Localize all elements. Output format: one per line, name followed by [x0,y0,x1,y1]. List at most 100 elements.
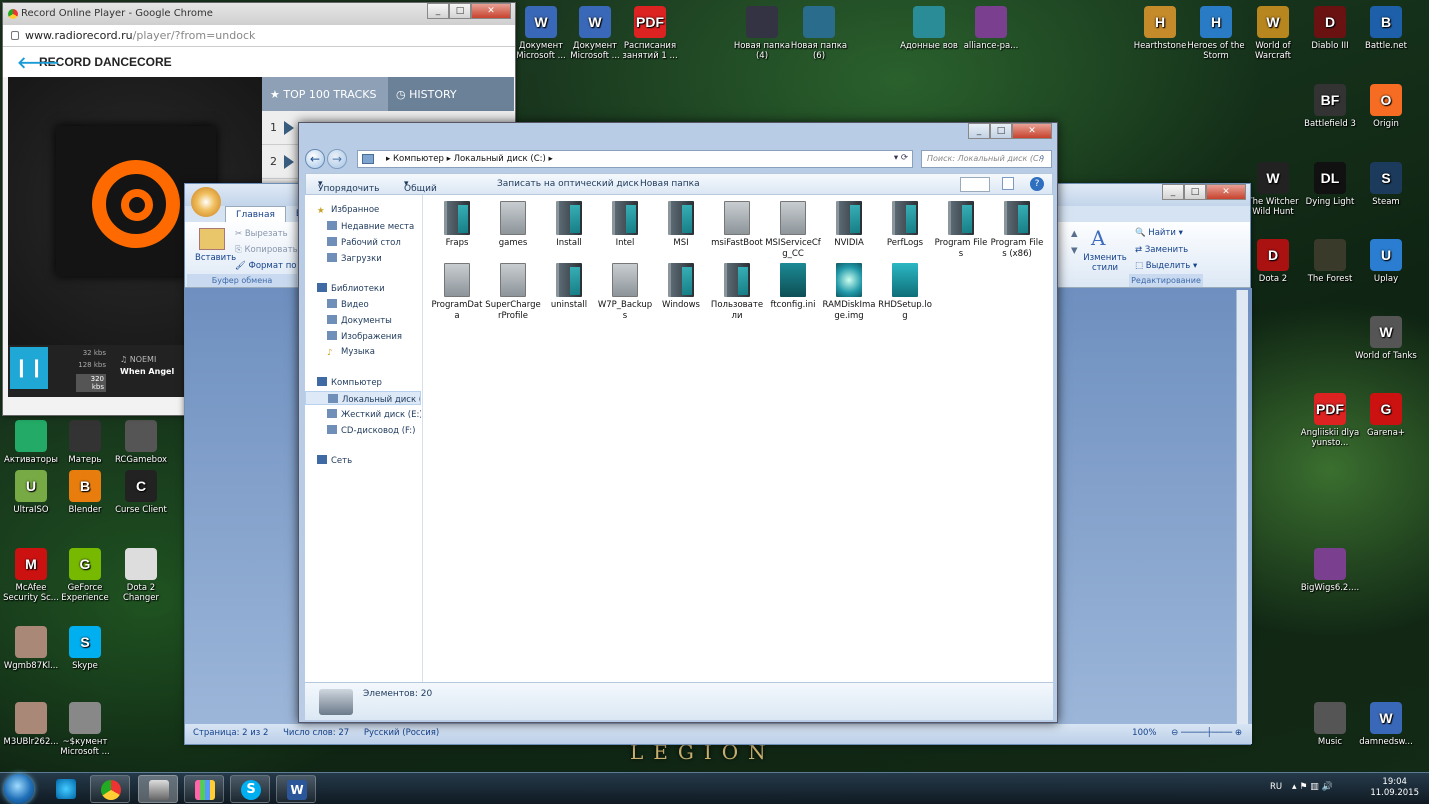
office-button[interactable] [191,187,221,217]
desktop-icon[interactable]: D Dota 2 [1242,239,1304,284]
close-button[interactable]: ✕ [1012,123,1052,139]
desktop-icon[interactable]: Матерь [54,420,116,465]
file-item[interactable]: Program Files (x86) [989,201,1045,260]
nav-item[interactable]: Загрузки [305,251,421,265]
desktop-icon[interactable]: DL Dying Light [1299,162,1361,207]
file-item[interactable]: MSIServiceCfg_CC [765,201,821,260]
desktop-icon[interactable]: PDF Angliiskii dlya yunsto... [1299,393,1361,448]
search-input[interactable]: Поиск: Локальный диск (C:) [921,150,1052,168]
file-item[interactable]: SuperChargerProfile [485,263,541,322]
close-button[interactable]: ✕ [471,3,511,19]
file-item[interactable]: Install [541,201,597,249]
organize-button[interactable]: Упорядочить ▾ [318,179,379,194]
burn-button[interactable]: Записать на оптический диск [497,179,639,189]
find-button[interactable]: 🔍 Найти ▾ [1135,228,1183,238]
pause-button[interactable]: ❙❙ [10,347,48,389]
nav-item[interactable]: CD-дисковод (F:) [305,423,421,437]
file-item[interactable]: ftconfig.ini [765,263,821,311]
nav-item[interactable]: Сеть [305,453,421,467]
path-drive-c[interactable]: Локальный диск (C:) [454,154,546,164]
scroll-down-arrow-icon[interactable]: ▼ [1071,246,1078,256]
nav-item[interactable]: Компьютер [305,375,421,389]
file-item[interactable]: W7P_Backups [597,263,653,322]
file-item[interactable]: uninstall [541,263,597,311]
desktop-icon[interactable]: W Документ Microsoft ... [510,6,572,61]
vertical-scrollbar[interactable] [1236,290,1248,726]
help-icon[interactable]: ? [1030,177,1044,191]
address-bar[interactable]: www.radiorecord.ru/player/?from=undock [3,25,515,47]
desktop-icon[interactable]: D Diablo III [1299,6,1361,51]
file-item[interactable]: Intel [597,201,653,249]
desktop-icon[interactable]: Новая папка (4) [731,6,793,61]
desktop-icon[interactable]: W The Witcher Wild Hunt [1242,162,1304,217]
back-button[interactable]: ← [305,149,325,169]
desktop-icon[interactable]: BigWigs6.2.... [1299,548,1361,593]
copy-button[interactable]: ⎘ Копировать [235,245,298,255]
select-button[interactable]: ⬚ Выделить ▾ [1135,261,1197,271]
file-item[interactable]: Windows [653,263,709,311]
file-item[interactable]: msiFastBoot [709,201,765,249]
share-button[interactable]: Общий доступ ▾ [404,179,437,204]
desktop-icon[interactable]: Wdamnedsw... [1355,702,1417,747]
file-item[interactable]: RHDSetup.log [877,263,933,322]
tab-top100[interactable]: ★ TOP 100 TRACKS [262,77,388,111]
status-page[interactable]: Страница: 2 из 2 [193,728,268,738]
bitrate-32[interactable]: 32 kbs [76,349,106,357]
nav-item[interactable]: Видео [305,297,421,311]
nav-item[interactable]: Изображения [305,329,421,343]
start-button[interactable] [4,774,34,804]
desktop-icon[interactable]: G Garena+ [1355,393,1417,438]
new-folder-button[interactable]: Новая папка [640,179,700,189]
tab-history[interactable]: ◷ HISTORY [388,77,514,111]
bitrate-128[interactable]: 128 kbs [76,361,106,369]
status-words[interactable]: Число слов: 27 [283,728,349,738]
preview-pane-icon[interactable] [1002,177,1014,190]
file-item[interactable]: ProgramData [429,263,485,322]
tab-home[interactable]: Главная [225,206,286,222]
desktop-icon[interactable]: U Uplay [1355,239,1417,284]
file-item[interactable]: Пользователи [709,263,765,322]
desktop-icon[interactable]: Wgmb87Kl... [0,626,62,671]
file-item[interactable]: RAMDiskImage.img [821,263,877,322]
desktop-icon[interactable]: O Origin [1355,84,1417,129]
minimize-button[interactable]: _ [968,123,990,139]
desktop-icon[interactable]: M3UBlr262... [0,702,62,747]
replace-button[interactable]: ⇄ Заменить [1135,245,1188,255]
maximize-button[interactable]: □ [449,3,471,19]
desktop-icon[interactable]: H Heroes of the Storm [1185,6,1247,61]
chrome-titlebar[interactable]: Record Online Player - Google Chrome _ □… [3,3,515,25]
zoom-level[interactable]: 100% [1132,728,1156,738]
desktop-icon[interactable]: RCGamebox [110,420,172,465]
taskbar-explorer[interactable] [138,775,178,803]
file-item[interactable]: MSI [653,201,709,249]
desktop-icon[interactable]: BF Battlefield 3 [1299,84,1361,129]
clock[interactable]: 19:04 11.09.2015 [1370,777,1419,799]
taskbar-chrome[interactable] [90,775,130,803]
desktop-icon[interactable]: alliance-pa... [960,6,1022,51]
taskbar-media-player[interactable] [46,775,86,803]
desktop-icon[interactable]: W Документ Microsoft ... [564,6,626,61]
nav-item[interactable]: ★ Избранное [305,203,421,217]
scroll-up-arrow-icon[interactable]: ▲ [1071,229,1078,239]
explorer-titlebar[interactable]: _ □ ✕ [299,123,1057,149]
change-styles-button[interactable]: Изменить стили [1083,253,1127,273]
language-indicator[interactable]: RU [1270,782,1282,792]
file-item[interactable]: NVIDIA [821,201,877,249]
close-button[interactable]: ✕ [1206,184,1246,200]
minimize-button[interactable]: _ [1162,184,1184,200]
maximize-button[interactable]: □ [1184,184,1206,200]
tray-icons[interactable]: ▴ ⚑ ▥ 🔊 [1292,782,1333,792]
taskbar-skype[interactable]: S [230,775,270,803]
file-item[interactable]: Program Files [933,201,989,260]
view-options-button[interactable] [960,177,990,192]
desktop-icon[interactable]: U UltraISO [0,470,62,515]
explorer-window[interactable]: _ □ ✕ ← → ▸ Компьютер ▸ Локальный диск (… [298,122,1058,723]
desktop-icon[interactable]: W World of Tanks [1355,316,1417,361]
file-item[interactable]: Fraps [429,201,485,249]
desktop-icon[interactable]: Music [1299,702,1361,747]
desktop-icon[interactable]: B Battle.net [1355,6,1417,51]
desktop-icon[interactable]: W World of Warcraft [1242,6,1304,61]
desktop-icon[interactable]: Dota 2 Changer [110,548,172,603]
paste-button[interactable]: Вставить [195,253,236,263]
desktop-icon[interactable]: M McAfee Security Sc... [0,548,62,603]
